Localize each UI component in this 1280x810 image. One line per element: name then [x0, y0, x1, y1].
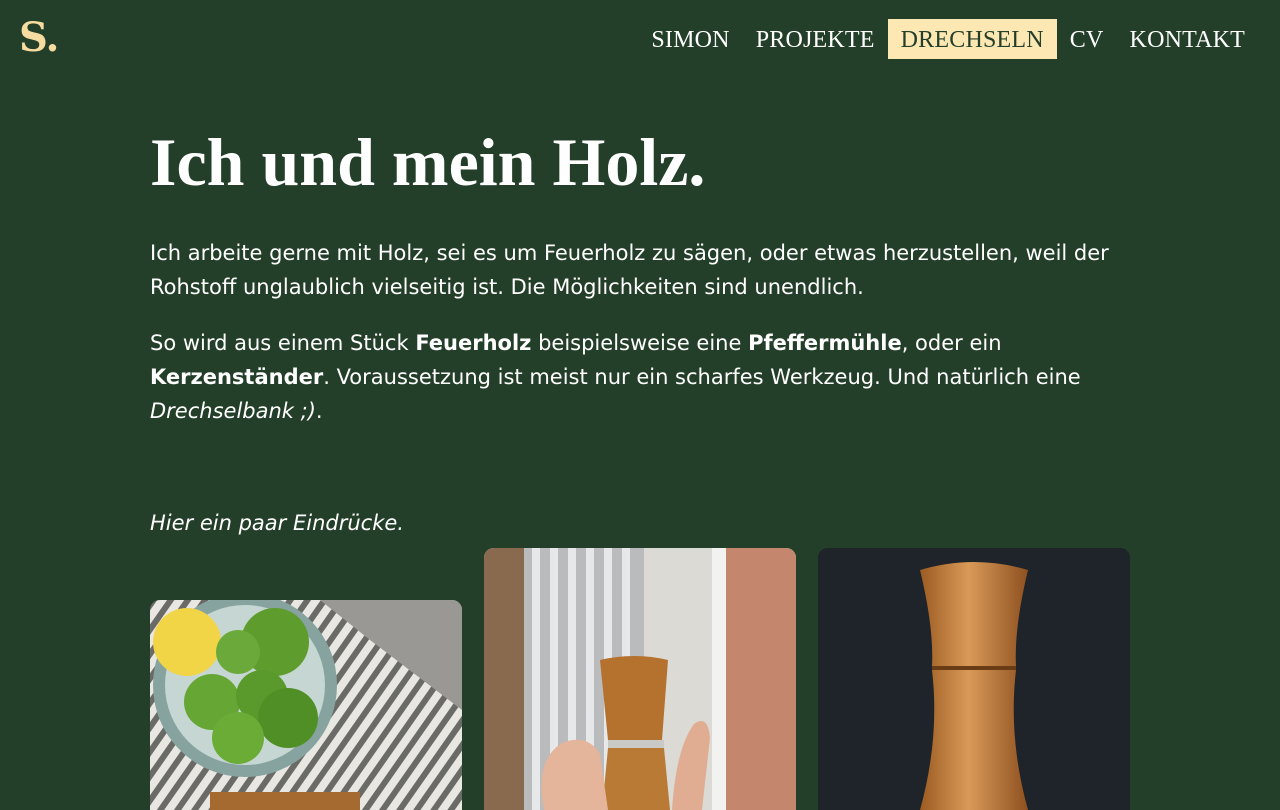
pepper-mill-hand-image: [484, 548, 796, 810]
main-nav: SIMON PROJEKTE DRECHSELN CV KONTAKT: [638, 19, 1258, 59]
limes-bowl-image: [150, 600, 462, 810]
detail-paragraph: So wird aus einem Stück Feuerholz beispi…: [150, 326, 1110, 428]
main-content: Ich und mein Holz. Ich arbeite gerne mit…: [150, 120, 1140, 540]
nav-item-cv[interactable]: CV: [1057, 19, 1117, 59]
intro-paragraph: Ich arbeite gerne mit Holz, sei es um Fe…: [150, 241, 1109, 299]
photo-gallery: [150, 548, 1130, 810]
bold-pfeffermuehle: Pfeffermühle: [748, 331, 902, 355]
gallery-photo-pepper-mill-hand[interactable]: [484, 548, 796, 810]
text-segment: So wird aus einem Stück: [150, 331, 416, 355]
site-logo[interactable]: S.: [19, 10, 59, 66]
page-title: Ich und mein Holz.: [150, 124, 706, 200]
nav-item-kontakt[interactable]: KONTAKT: [1117, 19, 1258, 59]
nav-item-projekte[interactable]: PROJEKTE: [743, 19, 888, 59]
text-segment: .: [315, 399, 323, 423]
nav-item-simon[interactable]: SIMON: [638, 19, 742, 59]
gallery-photo-pepper-mill-dark[interactable]: [818, 548, 1130, 810]
pepper-mill-dark-image: [818, 548, 1130, 810]
text-segment: , oder ein: [901, 331, 1002, 355]
bold-kerzenstaender: Kerzenständer: [150, 365, 324, 389]
gallery-photo-limes[interactable]: [150, 600, 462, 810]
text-segment: . Voraussetzung ist meist nur ein scharf…: [323, 365, 1081, 389]
bold-feuerholz: Feuerholz: [415, 331, 532, 355]
nav-item-drechseln[interactable]: DRECHSELN: [887, 19, 1057, 59]
gallery-caption: Hier ein paar Eindrücke.: [150, 511, 404, 535]
italic-drechselbank: Drechselbank ;): [150, 399, 316, 423]
text-segment: beispielsweise eine: [531, 331, 749, 355]
